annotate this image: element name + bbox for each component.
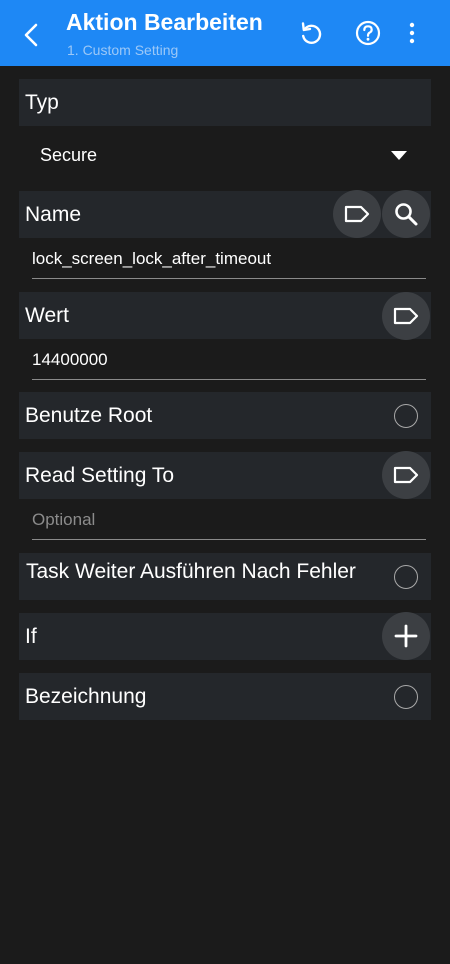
use-root-checkbox[interactable] <box>394 403 418 428</box>
value-label: Wert <box>25 303 69 327</box>
read-setting-section-header: Read Setting To <box>19 452 431 499</box>
plus-icon <box>394 624 418 648</box>
type-section-header: Typ <box>19 79 431 126</box>
use-root-row[interactable]: Benutze Root <box>19 392 431 439</box>
add-if-condition-button[interactable] <box>382 612 430 660</box>
type-dropdown[interactable]: Secure <box>19 133 431 179</box>
value-input[interactable]: 14400000 <box>32 340 426 380</box>
if-label: If <box>25 624 37 648</box>
if-section-header: If <box>19 613 431 660</box>
tag-icon <box>344 205 370 223</box>
back-arrow-icon <box>24 23 38 47</box>
label-label: Bezeichnung <box>25 684 147 708</box>
dropdown-caret-icon <box>391 151 407 160</box>
name-input[interactable]: lock_screen_lock_after_timeout <box>32 239 426 279</box>
name-search-button[interactable] <box>382 190 430 238</box>
name-input-value: lock_screen_lock_after_timeout <box>32 249 272 268</box>
name-label: Name <box>25 202 82 226</box>
back-button[interactable] <box>14 17 50 53</box>
help-button[interactable] <box>350 15 386 51</box>
undo-button[interactable] <box>293 15 329 51</box>
name-variable-tag-button[interactable] <box>333 190 381 238</box>
more-vert-icon <box>409 22 415 44</box>
page-subtitle: 1. Custom Setting <box>67 42 179 58</box>
read-setting-placeholder: Optional <box>32 510 96 529</box>
continue-task-label: Task Weiter Ausführen Nach Fehler <box>26 560 356 583</box>
search-icon <box>395 203 418 226</box>
use-root-label: Benutze Root <box>25 403 153 427</box>
continue-task-after-error-row[interactable]: Task Weiter Ausführen Nach Fehler <box>19 553 431 600</box>
label-row[interactable]: Bezeichnung <box>19 673 431 720</box>
page-title: Aktion Bearbeiten <box>66 9 263 35</box>
undo-icon <box>301 22 322 44</box>
type-selected-value: Secure <box>40 145 98 165</box>
tag-icon <box>393 307 419 325</box>
more-options-button[interactable] <box>394 15 430 51</box>
value-input-value: 14400000 <box>32 350 108 369</box>
read-setting-variable-tag-button[interactable] <box>382 451 430 499</box>
read-setting-label: Read Setting To <box>25 463 175 487</box>
continue-task-checkbox[interactable] <box>394 564 418 589</box>
type-label: Typ <box>25 90 59 114</box>
label-checkbox[interactable] <box>394 684 418 709</box>
app-bar: Aktion Bearbeiten 1. Custom Setting <box>0 0 450 66</box>
value-section-header: Wert <box>19 292 431 339</box>
help-icon <box>355 20 381 46</box>
read-setting-input[interactable]: Optional <box>32 500 426 540</box>
tag-icon <box>393 466 419 484</box>
value-variable-tag-button[interactable] <box>382 292 430 340</box>
